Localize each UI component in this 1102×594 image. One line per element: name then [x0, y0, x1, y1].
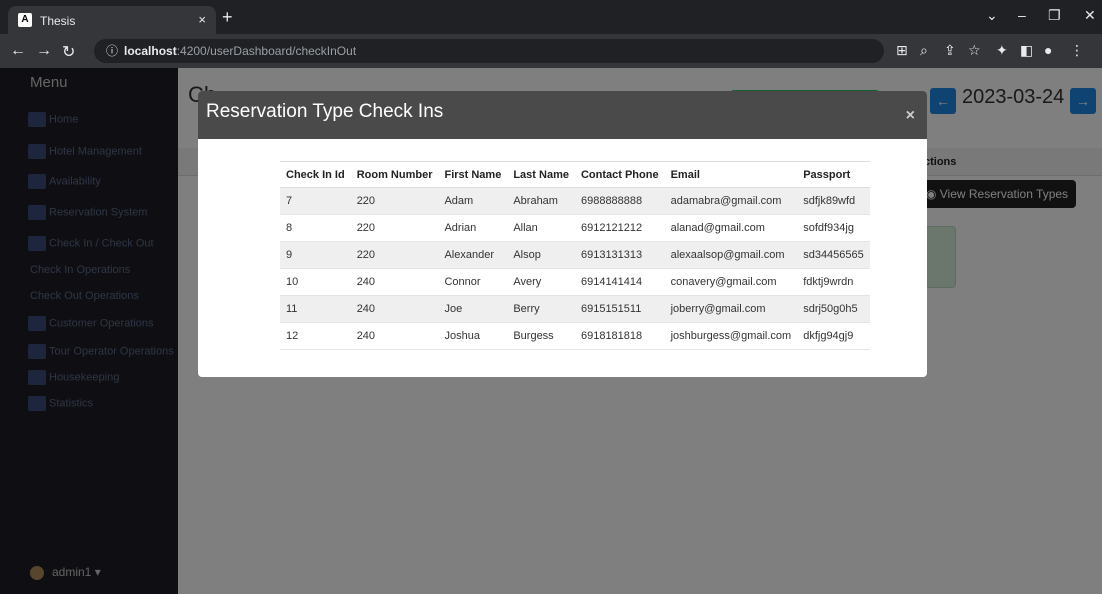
column-header: Last Name	[507, 161, 575, 188]
table-cell: Berry	[507, 295, 575, 323]
side-panel-icon[interactable]: ◧	[1020, 42, 1033, 59]
table-cell: 10	[280, 268, 351, 296]
table-cell: Joshua	[438, 322, 508, 350]
table-cell: 6988888888	[574, 187, 665, 215]
table-cell: Alexander	[438, 241, 508, 269]
modal-body: Check In Id Room Number First Name Last Nam…	[198, 139, 927, 377]
table-cell: joberry@gmail.com	[664, 295, 798, 323]
favicon-icon: A	[18, 13, 32, 27]
table-cell: sdrj50g0h5	[797, 295, 870, 323]
url-path: :4200/userDashboard/checkInOut	[176, 44, 357, 58]
table-cell: 6912121212	[574, 214, 665, 242]
browser-tab-bar: A Thesis × + ⌄ – ❐ ✕	[0, 0, 1102, 34]
close-tab-icon[interactable]: ×	[198, 12, 206, 27]
column-header: Room Number	[350, 161, 439, 188]
translate-icon[interactable]: ⊞	[896, 42, 908, 59]
table-cell: Burgess	[507, 322, 575, 350]
restore-icon[interactable]: ❐	[1048, 7, 1061, 24]
share-icon[interactable]: ⇪	[944, 42, 956, 59]
chrome-menu-icon[interactable]: ⋮	[1070, 42, 1084, 59]
table-row: 12 240 Joshua Burgess 6918181818 joshburgess@…	[280, 322, 870, 350]
table-cell: conavery@gmail.com	[664, 268, 798, 296]
table-cell: 6913131313	[574, 241, 665, 269]
table-cell: Adam	[438, 187, 508, 215]
minimize-icon[interactable]: –	[1018, 7, 1026, 23]
site-info-icon[interactable]: ⓘ	[106, 44, 118, 58]
table-cell: joshburgess@gmail.com	[664, 322, 798, 350]
table-cell: sdfjk89wfd	[797, 187, 870, 215]
table-cell: Connor	[438, 268, 508, 296]
bookmark-star-icon[interactable]: ☆	[968, 42, 981, 59]
table-cell: fdktj9wrdn	[797, 268, 870, 296]
table-cell: alanad@gmail.com	[664, 214, 798, 242]
table-cell: alexaalsop@gmail.com	[664, 241, 798, 269]
column-header: Contact Phone	[574, 161, 665, 188]
table-cell: 240	[350, 322, 439, 350]
modal-title: Reservation Type Check Ins	[206, 101, 444, 122]
table-cell: 6914141414	[574, 268, 665, 296]
table-cell: 7	[280, 187, 351, 215]
zoom-icon[interactable]: ⌕	[920, 42, 928, 59]
reservation-type-modal: Reservation Type Check Ins × Check In Id…	[198, 91, 927, 377]
close-icon[interactable]: ×	[906, 107, 915, 125]
window-close-icon[interactable]: ✕	[1084, 7, 1096, 24]
table-cell: Adrian	[438, 214, 508, 242]
table-cell: Allan	[507, 214, 575, 242]
table-cell: 11	[280, 295, 351, 323]
table-body: 7 220 Adam Abraham 6988888888 adamabra@gmail.…	[280, 187, 870, 350]
address-bar: ← → ↻ ⓘ localhost:4200/userDashboard/chec…	[0, 34, 1102, 68]
modal-header: Reservation Type Check Ins ×	[198, 91, 927, 139]
table-cell: 240	[350, 268, 439, 296]
table-cell: 12	[280, 322, 351, 350]
table-row: 11 240 Joe Berry 6915151511 joberry@gmail.com…	[280, 295, 870, 323]
column-header: First Name	[438, 161, 508, 188]
column-header: Check In Id	[280, 161, 351, 188]
column-header: Email	[664, 161, 798, 188]
table-cell: sd34456565	[797, 241, 870, 269]
profile-icon[interactable]: ●	[1044, 42, 1052, 58]
table-row: 8 220 Adrian Allan 6912121212 alanad@gmail.co…	[280, 214, 870, 242]
table-row: 9 220 Alexander Alsop 6913131313 alexaalsop@g…	[280, 241, 870, 269]
table-cell: 220	[350, 187, 439, 215]
back-icon[interactable]: ←	[10, 42, 26, 60]
browser-tab[interactable]: A Thesis ×	[8, 6, 216, 34]
table-cell: Alsop	[507, 241, 575, 269]
table-cell: 240	[350, 295, 439, 323]
table-row: 7 220 Adam Abraham 6988888888 adamabra@gmail.…	[280, 187, 870, 215]
table-cell: 6918181818	[574, 322, 665, 350]
check-ins-table: Check In Id Room Number First Name Last Nam…	[280, 161, 870, 350]
reload-icon[interactable]: ↻	[62, 42, 75, 62]
url-input[interactable]: ⓘ localhost:4200/userDashboard/checkInOut	[94, 39, 884, 63]
table-cell: sofdf934jg	[797, 214, 870, 242]
table-cell: 220	[350, 214, 439, 242]
table-cell: Abraham	[507, 187, 575, 215]
table-cell: 8	[280, 214, 351, 242]
table-cell: adamabra@gmail.com	[664, 187, 798, 215]
table-cell: 220	[350, 241, 439, 269]
column-header: Passport	[797, 161, 870, 188]
tab-title: Thesis	[40, 14, 76, 28]
table-cell: 9	[280, 241, 351, 269]
url-host: localhost	[124, 44, 177, 58]
table-cell: dkfjg94gj9	[797, 322, 870, 350]
extensions-icon[interactable]: ✦	[996, 42, 1008, 59]
table-cell: Avery	[507, 268, 575, 296]
new-tab-button[interactable]: +	[222, 7, 233, 28]
forward-icon[interactable]: →	[36, 42, 52, 60]
table-row: 10 240 Connor Avery 6914141414 conavery@gmail…	[280, 268, 870, 296]
table-cell: 6915151511	[574, 295, 665, 323]
table-cell: Joe	[438, 295, 508, 323]
tab-search-icon[interactable]: ⌄	[986, 7, 998, 24]
table-header-row: Check In Id Room Number First Name Last Nam…	[280, 161, 870, 188]
